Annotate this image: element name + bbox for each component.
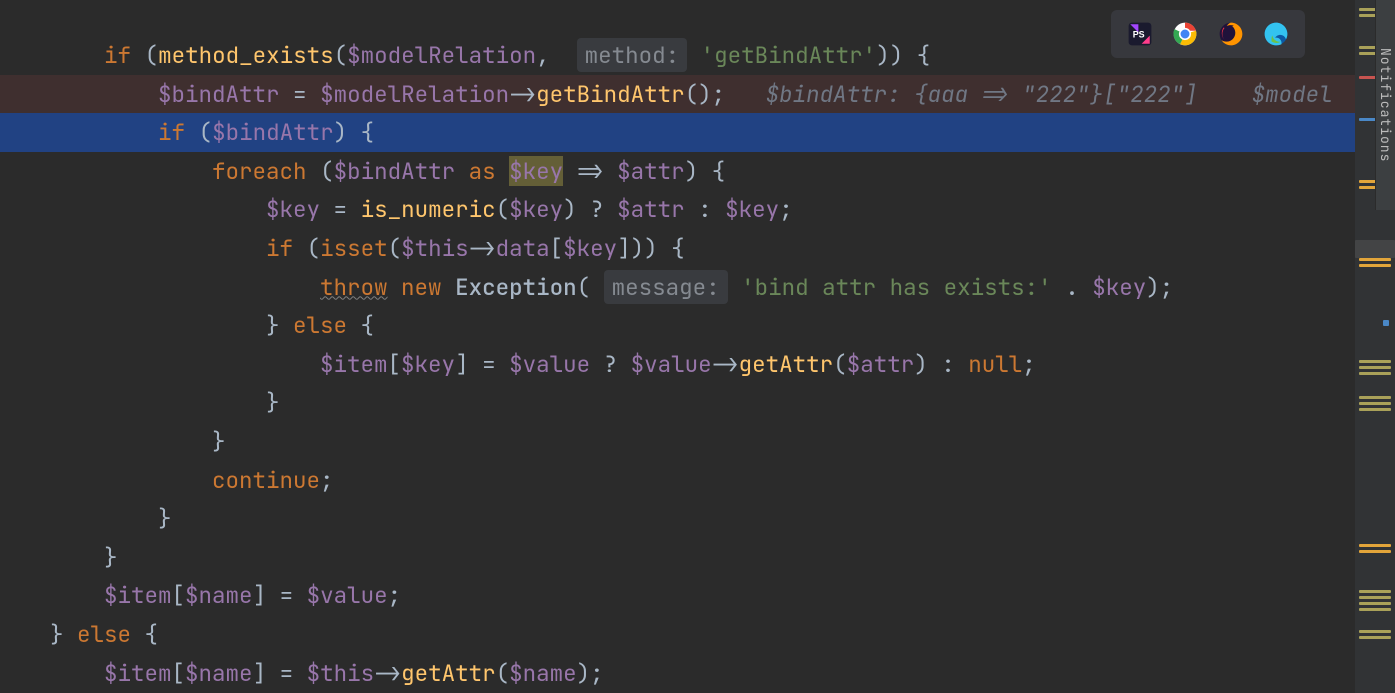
code-line[interactable]: } else { (0, 615, 1355, 654)
mm-mark (1359, 264, 1391, 267)
highlighted-token-key: $key (509, 156, 563, 186)
mm-mark (1359, 602, 1391, 605)
code-line[interactable]: continue; (0, 461, 1355, 500)
code-line[interactable]: } (0, 383, 1355, 422)
chrome-icon[interactable] (1170, 19, 1200, 49)
mm-mark (1359, 550, 1391, 553)
code-line[interactable]: } (0, 499, 1355, 538)
inlay-hint-bindattr: $bindAttr: {aaa => "222"}["222"] (766, 79, 1198, 109)
code-line[interactable]: } (0, 538, 1355, 577)
svg-text:PS: PS (1132, 29, 1144, 39)
mm-mark (1359, 258, 1391, 261)
notifications-label: Notifications (1377, 48, 1394, 162)
code-line[interactable]: $item[$name] = $this->getAttr($name); (0, 654, 1355, 693)
code-line[interactable]: $item[$key] = $value ? $value->getAttr($… (0, 345, 1355, 384)
editor-surface: if (method_exists($modelRelation, method… (0, 0, 1395, 693)
mm-mark (1359, 590, 1391, 593)
notifications-tab[interactable]: Notifications (1375, 0, 1395, 210)
code-line-cursor[interactable]: if ($bindAttr) { (0, 113, 1355, 152)
code-line[interactable]: throw new Exception( message: 'bind attr… (0, 268, 1355, 307)
mm-mark (1359, 636, 1391, 639)
param-hint-method: method: (577, 38, 688, 72)
mm-mark (1383, 320, 1389, 326)
code-line[interactable]: } else { (0, 306, 1355, 345)
code-line-breakpoint[interactable]: $bindAttr = $modelRelation->getBindAttr(… (0, 75, 1355, 114)
mm-mark (1359, 372, 1391, 375)
mm-mark (1359, 396, 1391, 399)
warning-throw: throw (320, 272, 388, 302)
mm-mark (1359, 608, 1391, 611)
mm-mark (1359, 408, 1391, 411)
code-line[interactable]: if (isset($this->data[$key])) { (0, 229, 1355, 268)
mm-viewport[interactable] (1355, 240, 1395, 258)
inlay-hint-trail: $model (1252, 79, 1333, 109)
browser-preview-toolbar: PS (1111, 10, 1305, 58)
edge-icon[interactable] (1261, 19, 1291, 49)
mm-mark (1359, 630, 1391, 633)
code-line[interactable]: foreach ($bindAttr as $key => $attr) { (0, 152, 1355, 191)
mm-mark (1359, 402, 1391, 405)
mm-mark (1359, 596, 1391, 599)
code-area[interactable]: if (method_exists($modelRelation, method… (0, 0, 1355, 693)
mm-mark (1359, 366, 1391, 369)
mm-mark (1359, 360, 1391, 363)
mm-mark (1359, 544, 1391, 547)
phpstorm-icon[interactable]: PS (1125, 19, 1155, 49)
param-hint-message: message: (604, 270, 728, 304)
firefox-icon[interactable] (1216, 19, 1246, 49)
code-line[interactable]: $item[$name] = $value; (0, 576, 1355, 615)
code-line[interactable]: } (0, 422, 1355, 461)
code-line[interactable]: $key = is_numeric($key) ? $attr : $key; (0, 190, 1355, 229)
